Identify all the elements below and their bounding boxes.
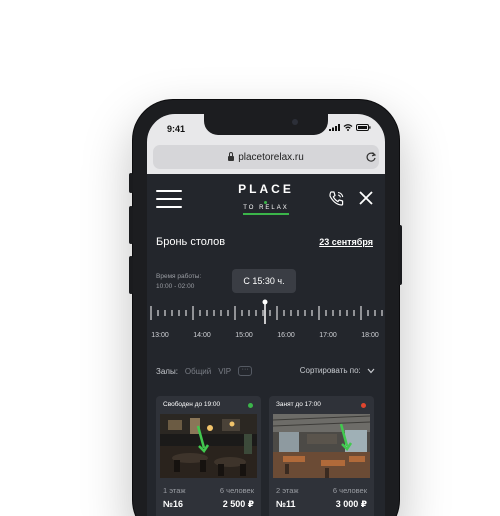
signal-icon (329, 124, 340, 131)
status-time: 9:41 (167, 124, 186, 134)
menu-icon[interactable] (156, 190, 182, 208)
time-ruler[interactable] (147, 298, 385, 332)
status-icons (329, 124, 371, 131)
hall-option-general[interactable]: Общий (185, 367, 211, 376)
table-floor: 2 этаж (276, 486, 299, 495)
table-status: Свободен до 19:00 (163, 401, 221, 408)
time-handle[interactable] (262, 299, 268, 305)
sort-dropdown[interactable]: Сортировать по: (300, 366, 375, 375)
url-text: placetorelax.ru (238, 151, 304, 163)
halls-label: Залы: (156, 366, 178, 376)
hours-label: Время работы: (156, 273, 202, 280)
side-button (129, 256, 133, 294)
side-button (398, 225, 402, 285)
lock-icon (228, 151, 235, 161)
wifi-icon (343, 124, 353, 131)
logo[interactable]: PLACE TO RELAX (231, 182, 301, 215)
hours-value: 10:00 - 02:00 (156, 283, 195, 290)
availability-dot (361, 403, 366, 408)
time-tick-label: 14:00 (193, 332, 211, 339)
phone-screen: 9:41 placetorelax.ru PLACE TO RELAX Брон… (147, 114, 385, 516)
status-bar: 9:41 (147, 114, 385, 144)
notch (204, 114, 328, 135)
page-title: Бронь столов (156, 236, 226, 248)
phone-call-icon[interactable] (328, 190, 345, 207)
table-capacity: 6 человек (219, 486, 254, 495)
table-capacity: 6 человек (332, 486, 367, 495)
close-icon[interactable] (359, 191, 373, 205)
working-hours: Время работы: 10:00 - 02:00 (156, 272, 201, 292)
time-tick-label: 13:00 (151, 332, 169, 339)
table-price: 3 000 ₽ (335, 499, 367, 509)
table-photo (273, 414, 370, 478)
table-card[interactable]: Занят до 17:00 2 этаж 6 человек №11 3 00… (269, 396, 374, 516)
logo-line1: PLACE (238, 182, 294, 196)
more-halls-button[interactable]: ··· (238, 366, 253, 376)
hall-option-vip[interactable]: VIP (218, 367, 231, 376)
table-number: №11 (276, 499, 296, 509)
table-status: Занят до 17:00 (276, 401, 321, 408)
hall-filter: Залы: Общий VIP ··· (156, 366, 253, 376)
table-card[interactable]: Свободен до 19:00 1 этаж 6 человек №16 2… (156, 396, 261, 516)
browser-bar: placetorelax.ru (147, 144, 385, 174)
time-slider[interactable]: 13:00 14:00 15:00 16:00 17:00 18:00 (147, 298, 385, 358)
date-link[interactable]: 23 сентября (319, 237, 373, 247)
table-number: №16 (163, 499, 184, 509)
address-bar[interactable]: placetorelax.ru (153, 145, 379, 169)
table-floor: 1 этаж (163, 486, 186, 495)
time-tick-label: 17:00 (319, 332, 337, 339)
table-price: 2 500 ₽ (222, 499, 254, 509)
side-button (129, 206, 133, 244)
reload-icon[interactable] (365, 151, 377, 163)
table-photo (160, 414, 257, 478)
time-tick-label: 15:00 (235, 332, 253, 339)
side-button (129, 173, 133, 193)
selected-time-badge: С 15:30 ч. (232, 269, 296, 293)
availability-dot (248, 403, 253, 408)
logo-line2: TO RELAX (243, 205, 289, 215)
camera-dot (292, 119, 298, 125)
site-header: PLACE TO RELAX (147, 174, 385, 222)
time-tick-label: 18:00 (361, 332, 379, 339)
time-tick-label: 16:00 (277, 332, 295, 339)
battery-icon (356, 124, 371, 131)
logo-dot (264, 201, 267, 204)
sort-label: Сортировать по: (299, 366, 361, 375)
chevron-down-icon (367, 368, 375, 374)
